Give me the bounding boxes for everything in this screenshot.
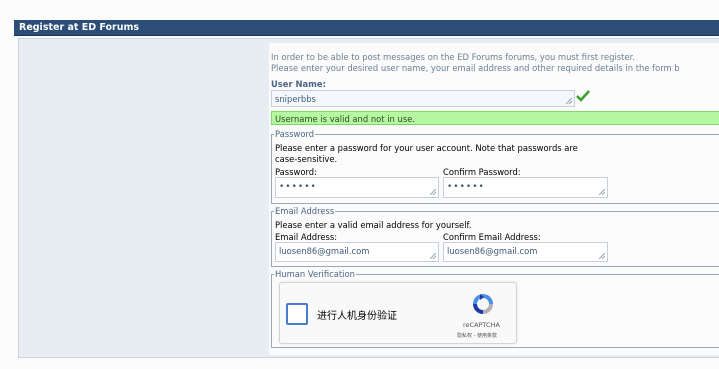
email-legend: Email Address <box>274 206 336 216</box>
recaptcha-links[interactable]: 隐私权 - 使用条款 <box>457 332 497 339</box>
resize-grip-icon <box>430 189 436 195</box>
confirm-email-input[interactable]: luosen86@gmail.com <box>443 242 608 262</box>
confirm-password-value: •••••• <box>447 182 485 192</box>
confirm-password-input[interactable]: •••••• <box>443 177 608 198</box>
username-label: User Name: <box>271 79 326 89</box>
confirm-email-value: luosen86@gmail.com <box>447 246 538 256</box>
confirm-password-label: Confirm Password: <box>443 167 521 177</box>
password-value: •••••• <box>279 182 317 192</box>
recaptcha-widget: 进行人机身份验证 reCAPTCHA 隐私权 - 使用条款 <box>279 282 517 344</box>
username-input[interactable]: sniperbbs <box>271 90 575 107</box>
email-input[interactable]: luosen86@gmail.com <box>275 242 439 262</box>
recaptcha-logo-icon <box>473 294 493 314</box>
resize-grip-icon <box>430 253 436 259</box>
checkmark-icon <box>576 90 590 102</box>
email-help: Please enter a valid email address for y… <box>275 220 472 230</box>
verification-legend: Human Verification <box>274 269 356 279</box>
username-value: sniperbbs <box>275 94 316 104</box>
password-input[interactable]: •••••• <box>275 177 439 198</box>
email-value: luosen86@gmail.com <box>279 246 370 256</box>
username-valid-message: Username is valid and not in use. <box>271 111 719 125</box>
password-help-line-2: case-sensitive. <box>275 154 338 164</box>
confirm-email-label: Confirm Email Address: <box>443 232 541 242</box>
recaptcha-checkbox[interactable] <box>286 303 308 325</box>
intro-line-1: In order to be able to post messages on … <box>271 52 635 62</box>
form-title: Register at ED Forums <box>19 22 140 33</box>
password-label: Password: <box>275 167 317 177</box>
password-legend: Password <box>274 129 316 139</box>
recaptcha-label: 进行人机身份验证 <box>317 311 397 322</box>
password-help-line-1: Please enter a password for your user ac… <box>275 143 578 153</box>
resize-grip-icon <box>599 253 605 259</box>
resize-grip-icon <box>599 189 605 195</box>
form-header: Register at ED Forums <box>14 20 719 36</box>
resize-grip-icon <box>566 98 572 104</box>
email-label: Email Address: <box>275 232 338 242</box>
recaptcha-brand: reCAPTCHA <box>463 321 500 329</box>
intro-text: In order to be able to post messages on … <box>271 52 680 74</box>
intro-line-2: Please enter your desired user name, you… <box>271 63 680 73</box>
